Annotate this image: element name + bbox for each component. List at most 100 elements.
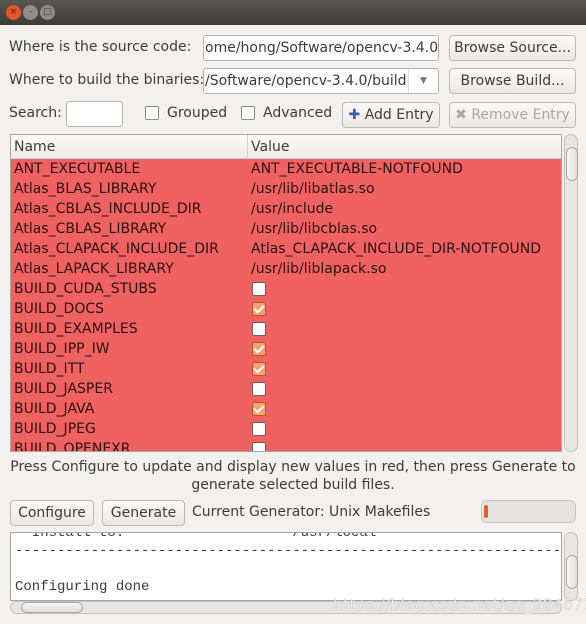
maximize-button[interactable]: □ <box>40 5 55 20</box>
browse-source-button[interactable]: Browse Source... <box>449 35 576 61</box>
progress-bar <box>481 500 576 523</box>
row-value[interactable]: /usr/lib/liblapack.so <box>248 259 386 279</box>
source-input[interactable]: ome/hong/Software/opencv-3.4.0 <box>203 35 439 61</box>
row-name: BUILD_OPENEXR <box>14 441 131 452</box>
log-line: Install to: /usr/local <box>15 532 377 541</box>
minimize-button[interactable]: – <box>23 5 38 20</box>
search-input[interactable] <box>66 101 123 127</box>
current-generator: Current Generator: Unix Makefiles <box>192 504 431 520</box>
value-checkbox[interactable] <box>252 282 266 296</box>
row-value[interactable]: ANT_EXECUTABLE-NOTFOUND <box>248 159 463 179</box>
close-button[interactable]: × <box>6 5 21 20</box>
row-name: Atlas_LAPACK_LIBRARY <box>14 261 174 277</box>
row-value[interactable] <box>248 359 266 379</box>
row-name: Atlas_CBLAS_INCLUDE_DIR <box>14 201 202 217</box>
output-log: Install to: /usr/local ------------------… <box>10 532 562 601</box>
table-row[interactable]: Atlas_CBLAS_INCLUDE_DIR/usr/include <box>11 199 561 219</box>
search-label: Search: <box>9 105 62 121</box>
hint-line-1: Press Configure to update and display ne… <box>10 459 576 475</box>
row-name: BUILD_EXAMPLES <box>14 321 138 337</box>
generate-button[interactable]: Generate <box>102 500 185 526</box>
table-row[interactable]: BUILD_DOCS <box>11 299 561 319</box>
build-value: /Software/opencv-3.4.0/build <box>205 73 407 89</box>
row-value[interactable] <box>248 319 266 339</box>
value-checkbox[interactable] <box>252 442 266 451</box>
row-value[interactable] <box>248 419 266 439</box>
row-value[interactable]: /usr/lib/libcblas.so <box>248 219 377 239</box>
hscroll-thumb[interactable] <box>21 602 83 613</box>
add-entry-button[interactable]: ✚ Add Entry <box>342 102 440 128</box>
table-header: Name Value <box>11 135 561 159</box>
table-row[interactable]: BUILD_JAVA <box>11 399 561 419</box>
browse-build-button[interactable]: Browse Build... <box>449 68 576 94</box>
remove-entry-button[interactable]: ✖ Remove Entry <box>449 102 576 128</box>
hint-line-2: generate selected build files. <box>191 477 395 493</box>
remove-icon: ✖ <box>455 107 467 123</box>
row-value[interactable] <box>248 439 266 451</box>
row-value[interactable]: Atlas_CLAPACK_INCLUDE_DIR-NOTFOUND <box>248 239 541 259</box>
row-name: ANT_EXECUTABLE <box>14 161 141 177</box>
table-scrollbar[interactable] <box>564 134 578 452</box>
table-row[interactable]: BUILD_EXAMPLES <box>11 319 561 339</box>
output-vscrollbar[interactable] <box>564 532 578 601</box>
remove-entry-label: Remove Entry <box>471 107 570 123</box>
row-value[interactable] <box>248 399 266 419</box>
chevron-down-icon[interactable]: ▼ <box>408 69 438 93</box>
table-row[interactable]: BUILD_ITT <box>11 359 561 379</box>
configure-button[interactable]: Configure <box>10 500 94 526</box>
build-combobox[interactable]: /Software/opencv-3.4.0/build ▼ <box>203 68 439 94</box>
row-name: BUILD_ITT <box>14 361 85 377</box>
title-bar: × – □ <box>0 0 586 25</box>
value-checkbox[interactable] <box>252 382 266 396</box>
table-row[interactable]: Atlas_CLAPACK_INCLUDE_DIR Atlas_CLAPACK_I… <box>11 239 561 259</box>
cache-table: Name Value ANT_EXECUTABLE ANT_EXECUTABLE-… <box>10 134 562 452</box>
advanced-checkbox[interactable] <box>241 106 255 120</box>
table-row[interactable]: BUILD_JASPER <box>11 379 561 399</box>
row-name: BUILD_DOCS <box>14 301 105 317</box>
row-name: Atlas_BLAS_LIBRARY <box>14 181 157 197</box>
row-name: Atlas_CBLAS_LIBRARY <box>14 221 167 237</box>
row-name: BUILD_JAVA <box>14 401 95 417</box>
table-row[interactable]: BUILD_IPP_IW <box>11 339 561 359</box>
add-entry-label: Add Entry <box>364 107 434 123</box>
table-row[interactable]: BUILD_JPEG <box>11 419 561 439</box>
row-name: BUILD_JPEG <box>14 421 96 437</box>
grouped-label: Grouped <box>167 105 228 121</box>
column-value[interactable]: Value <box>248 135 289 158</box>
scrollbar-thumb[interactable] <box>566 555 578 589</box>
row-value[interactable]: /usr/include <box>248 199 333 219</box>
row-name: BUILD_IPP_IW <box>14 341 110 357</box>
table-row[interactable]: Atlas_LAPACK_LIBRARY/usr/lib/liblapack.s… <box>11 259 561 279</box>
log-line: Configuring done <box>15 579 150 595</box>
table-row[interactable]: BUILD_OPENEXR <box>11 439 561 452</box>
grouped-checkbox[interactable] <box>145 106 159 120</box>
value-checkbox[interactable] <box>252 402 266 416</box>
row-value[interactable]: /usr/lib/libatlas.so <box>248 179 375 199</box>
value-checkbox[interactable] <box>252 362 266 376</box>
value-checkbox[interactable] <box>252 422 266 436</box>
log-line: ----------------------------------------… <box>15 543 561 559</box>
table-row[interactable]: ANT_EXECUTABLE ANT_EXECUTABLE-NOTFOUND <box>11 159 561 179</box>
advanced-label: Advanced <box>263 105 333 121</box>
row-value[interactable] <box>248 339 266 359</box>
row-value[interactable] <box>248 279 266 299</box>
row-value[interactable] <box>248 379 266 399</box>
watermark: https://blog.csdn.net/qq_28467357 <box>333 595 586 614</box>
source-label: Where is the source code: <box>9 39 192 55</box>
scrollbar-thumb[interactable] <box>566 147 578 181</box>
build-label: Where to build the binaries: <box>9 72 205 88</box>
progress-fill <box>484 505 488 518</box>
row-value[interactable] <box>248 299 266 319</box>
row-name: Atlas_CLAPACK_INCLUDE_DIR <box>14 241 219 257</box>
value-checkbox[interactable] <box>252 342 266 356</box>
plus-icon: ✚ <box>348 107 361 123</box>
value-checkbox[interactable] <box>252 302 266 316</box>
value-checkbox[interactable] <box>252 322 266 336</box>
table-row[interactable]: Atlas_CBLAS_LIBRARY/usr/lib/libcblas.so <box>11 219 561 239</box>
row-name: BUILD_CUDA_STUBS <box>14 281 157 297</box>
column-name[interactable]: Name <box>11 135 248 158</box>
row-name: BUILD_JASPER <box>14 381 113 397</box>
table-row[interactable]: BUILD_CUDA_STUBS <box>11 279 561 299</box>
table-row[interactable]: Atlas_BLAS_LIBRARY/usr/lib/libatlas.so <box>11 179 561 199</box>
